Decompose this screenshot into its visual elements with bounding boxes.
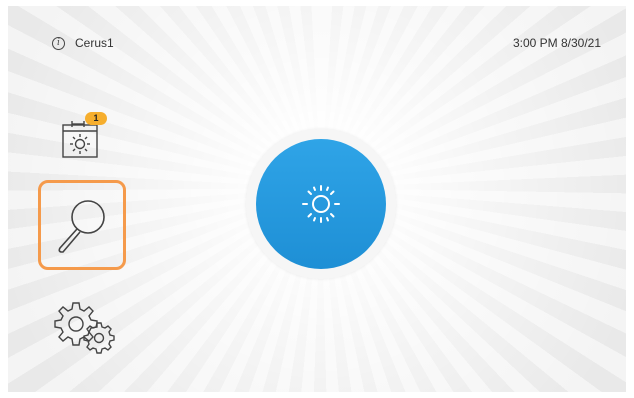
gears-icon [54,302,115,354]
search-button[interactable] [38,180,126,270]
sun-icon [302,185,340,223]
schedule-button[interactable]: 1 [52,109,114,171]
magnifier-icon [58,200,105,253]
main-sun-button[interactable] [256,139,386,269]
notification-badge: 1 [85,112,107,125]
device-name: Cerus1 [75,36,114,50]
info-icon[interactable]: i [52,36,65,50]
settings-button[interactable] [48,297,120,357]
device-info: i Cerus1 [52,36,114,50]
datetime: 3:00 PM 8/30/21 [512,36,601,50]
screen: i Cerus1 3:00 PM 8/30/21 1 [8,6,626,392]
